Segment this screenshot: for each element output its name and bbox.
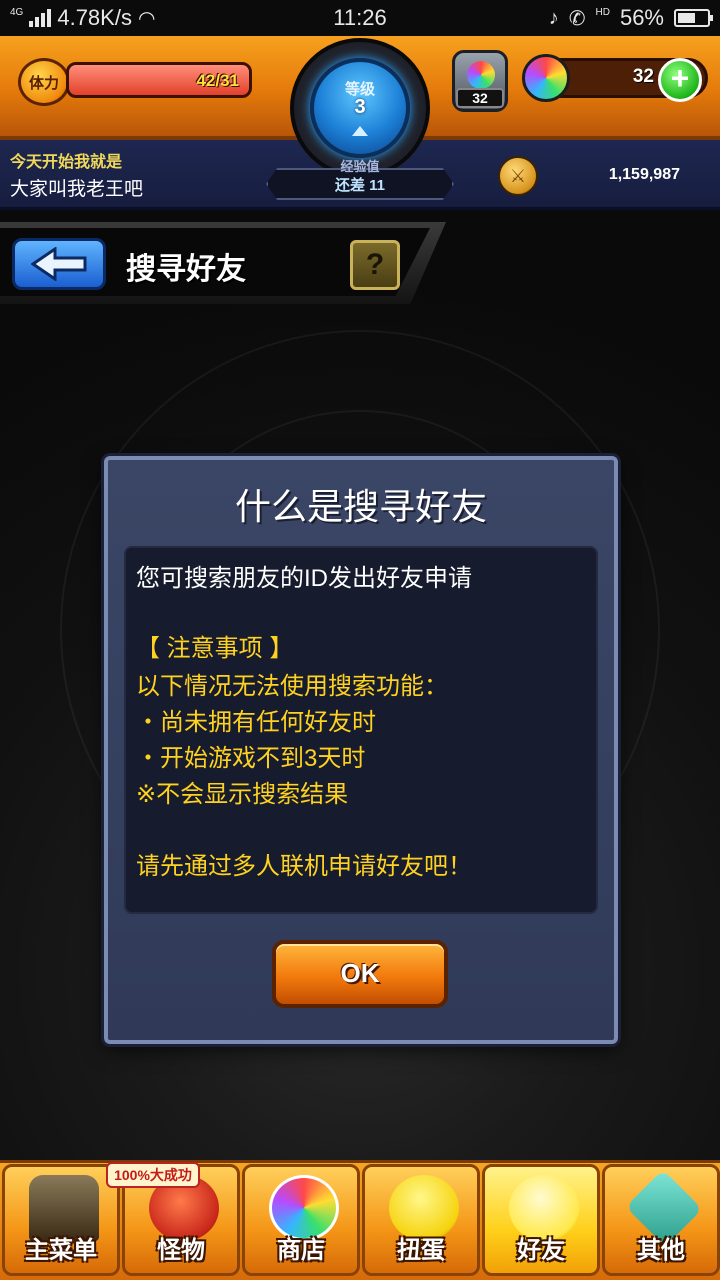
dialog-title: 什么是搜寻好友 (234, 486, 487, 527)
stamina-icon: 体力 (18, 58, 70, 106)
status-bar: 4G 4.78K/s ◠ 11:26 ♪ ✆ HD 56% (0, 0, 720, 36)
help-button[interactable]: ? (350, 240, 400, 290)
nav-shop[interactable]: 商店 (242, 1164, 360, 1276)
nav-label: 主菜单 (25, 1237, 97, 1264)
stamina-bar[interactable]: 42/31 (66, 62, 252, 98)
notice-item: ・开始游戏不到3天时 (136, 745, 366, 772)
phone-icon: ✆ (568, 7, 586, 30)
nav-label: 怪物 (157, 1237, 205, 1264)
nav-other[interactable]: 其他 (602, 1164, 720, 1276)
coin-icon: ⚔ (498, 156, 538, 196)
nav-friends[interactable]: 好友 (482, 1164, 600, 1276)
back-button[interactable] (12, 238, 106, 290)
success-badge: 100%大成功 (106, 1162, 200, 1188)
notice-item: ・尚未拥有任何好友时 (136, 709, 376, 736)
nav-main-menu[interactable]: 主菜单 (2, 1164, 120, 1276)
dialog-intro: 您可搜索朋友的ID发出好友申请 (136, 565, 472, 592)
add-stone-button[interactable]: + (658, 58, 702, 102)
stamina-value: 42/31 (196, 71, 239, 90)
stone-count: 32 (632, 66, 654, 87)
dialog-closing: 请先通过多人联机申请好友吧！ (136, 853, 472, 880)
player-message-line2: 大家叫我老王吧 (10, 179, 144, 200)
player-message-line1: 今天开始我就是 (10, 154, 123, 171)
nav-label: 商店 (277, 1237, 325, 1264)
nav-label: 好友 (517, 1237, 565, 1264)
nav-label: 其他 (637, 1237, 685, 1264)
rainbow-stone-icon (522, 54, 570, 102)
page-title: 搜寻好友 (126, 253, 246, 286)
egg-count: 32 (456, 88, 504, 108)
notice-item: ※不会显示搜索结果 (136, 781, 349, 808)
nav-label: 扭蛋 (397, 1237, 445, 1264)
exp-remaining: 还差 11 (334, 177, 386, 194)
hd-indicator: HD (595, 6, 610, 18)
nav-gacha[interactable]: 扭蛋 (362, 1164, 480, 1276)
coin-count: 1,159,987 (608, 166, 680, 183)
level-value: 3 (354, 96, 366, 118)
back-arrow-icon (31, 247, 87, 281)
level-arrow-icon (352, 126, 368, 136)
egg-orb-icon (467, 61, 495, 89)
notice-heading: 【 注意事项 】 (136, 635, 294, 662)
battery-percent: 56% (619, 5, 664, 30)
battery-icon (674, 9, 713, 27)
notice-lead: 以下情况无法使用搜索功能： (136, 673, 448, 700)
ok-button[interactable]: OK (272, 940, 448, 1008)
exp-label: 经验值 (340, 159, 380, 174)
bell-icon: ♪ (548, 6, 559, 29)
